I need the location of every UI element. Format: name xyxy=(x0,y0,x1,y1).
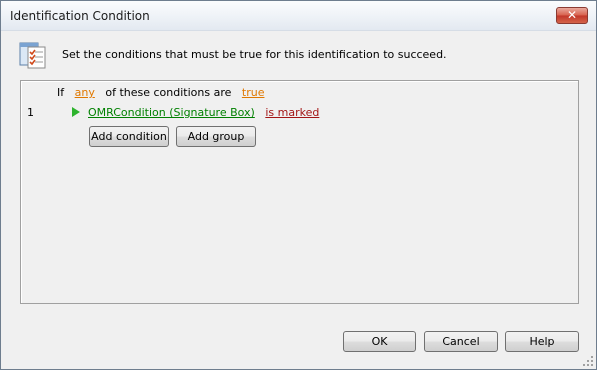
condition-link[interactable]: OMRCondition (Signature Box) xyxy=(88,106,255,119)
cancel-button[interactable]: Cancel xyxy=(424,331,498,352)
title-bar[interactable]: Identification Condition ✕ xyxy=(1,1,596,31)
rule-header: If any of these conditions are true xyxy=(57,86,264,99)
true-link[interactable]: true xyxy=(242,86,265,99)
if-label: If xyxy=(57,86,65,99)
condition-row: OMRCondition (Signature Box) is marked xyxy=(88,106,319,119)
help-button[interactable]: Help xyxy=(505,331,579,352)
row-number: 1 xyxy=(27,106,34,119)
play-icon[interactable] xyxy=(72,107,80,117)
any-link[interactable]: any xyxy=(75,86,95,99)
add-group-button[interactable]: Add group xyxy=(176,126,256,147)
window-title: Identification Condition xyxy=(10,9,150,23)
ok-button[interactable]: OK xyxy=(343,331,416,352)
dialog-window: Identification Condition ✕ Set the condi… xyxy=(0,0,597,370)
close-button[interactable]: ✕ xyxy=(556,7,588,24)
add-condition-button[interactable]: Add condition xyxy=(89,126,169,147)
resize-grip-icon[interactable] xyxy=(582,355,594,367)
checklist-icon xyxy=(19,42,46,69)
of-these-label: of these conditions are xyxy=(105,86,232,99)
conditions-panel: If any of these conditions are true 1 OM… xyxy=(20,80,579,304)
instruction-text: Set the conditions that must be true for… xyxy=(62,48,447,61)
state-link[interactable]: is marked xyxy=(265,106,319,119)
